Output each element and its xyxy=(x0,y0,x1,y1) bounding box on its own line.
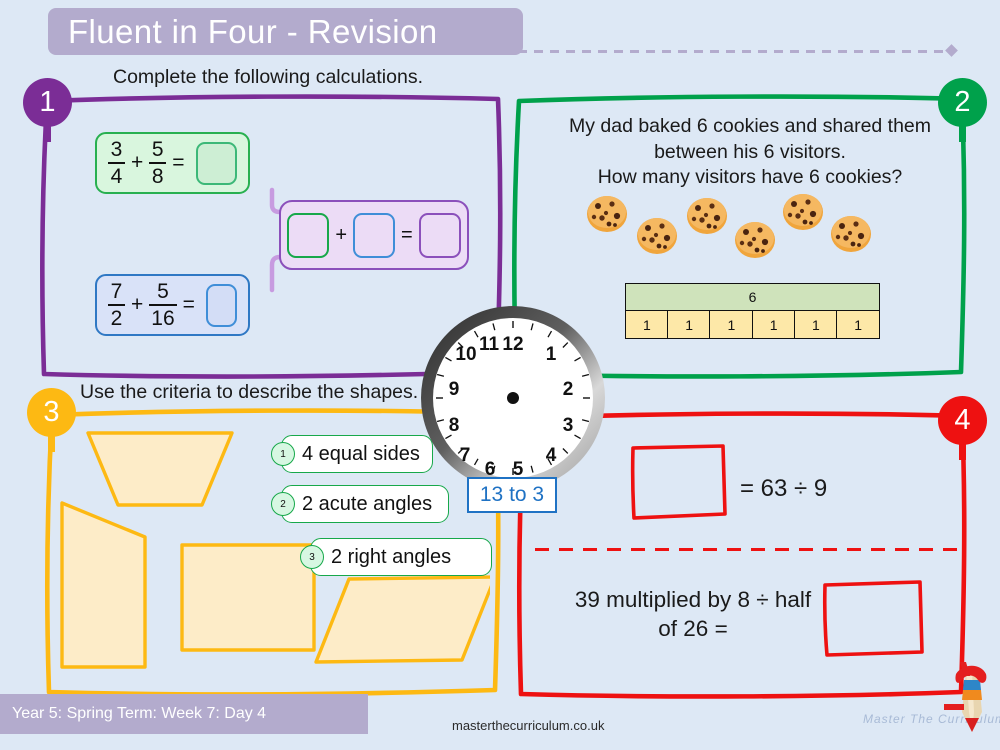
panel-4-divider xyxy=(535,548,965,551)
bar-model-part: 1 xyxy=(625,311,669,339)
panel-4-equation-2: 39 multiplied by 8 ÷ half of 26 = xyxy=(548,585,838,644)
cookie-icon xyxy=(637,218,677,254)
criterion-label: 2 acute angles xyxy=(302,492,433,515)
panel-badge-3: 3 xyxy=(27,388,76,437)
fraction-bar xyxy=(149,161,167,165)
numerator: 3 xyxy=(110,137,123,161)
analogue-clock: 12 1 2 3 4 5 6 7 8 9 10 11 xyxy=(421,306,605,490)
cookie-illustrations xyxy=(585,192,885,272)
panel-badge-4: 4 xyxy=(938,396,987,445)
answer-box-division xyxy=(630,444,727,520)
criterion-item-3[interactable]: 3 2 right angles xyxy=(300,538,492,576)
bar-model: 6 1 1 1 1 1 1 xyxy=(625,283,880,339)
bar-model-parts: 1 1 1 1 1 1 xyxy=(625,311,880,339)
denominator: 2 xyxy=(110,307,123,331)
equals-operator: = xyxy=(182,293,195,316)
clock-centre-dot xyxy=(507,392,519,404)
criterion-number: 3 xyxy=(300,545,324,569)
svg-text:4: 4 xyxy=(546,445,557,466)
footer-band: Year 5: Spring Term: Week 7: Day 4 xyxy=(0,694,368,734)
footer-term-label: Year 5: Spring Term: Week 7: Day 4 xyxy=(12,705,267,722)
denominator: 4 xyxy=(110,165,123,189)
bar-model-part: 1 xyxy=(667,311,712,339)
combo-cell-first[interactable] xyxy=(287,212,330,258)
criterion-number: 1 xyxy=(271,442,295,466)
plus-operator: + xyxy=(131,151,144,174)
answer-box-calc-2[interactable] xyxy=(205,283,237,327)
denominator: 8 xyxy=(151,165,164,189)
bar-model-part: 1 xyxy=(793,311,838,339)
cookie-icon xyxy=(831,216,871,252)
answer-box-multiplication xyxy=(822,580,924,657)
equals-operator: = xyxy=(401,223,413,246)
criterion-label: 4 equal sides xyxy=(302,442,420,465)
panel-3-heading: Use the criteria to describe the shapes. xyxy=(80,381,419,403)
combo-cell-result[interactable] xyxy=(418,212,461,258)
bar-model-whole: 6 xyxy=(625,283,880,311)
pencil-logo-icon xyxy=(944,662,987,732)
fraction-calculation-2: 7 2 + 5 16 = xyxy=(95,274,250,336)
equals-operator: = xyxy=(172,151,185,174)
criterion-item-1[interactable]: 1 4 equal sides xyxy=(271,435,433,473)
question-line-3: How many visitors have 6 cookies? xyxy=(597,166,903,189)
equation-2-line-2: of 26 = xyxy=(658,616,728,642)
footer-website-url: masterthecurriculum.co.uk xyxy=(452,718,605,733)
right-trapezium-shape xyxy=(60,501,147,669)
question-line-1: My dad baked 6 cookies and shared them xyxy=(568,115,932,137)
plus-operator: + xyxy=(131,293,144,316)
bar-model-part: 1 xyxy=(751,311,796,339)
svg-text:7: 7 xyxy=(460,445,471,466)
criterion-number: 2 xyxy=(271,492,295,516)
title-dashed-rule xyxy=(470,50,950,53)
isosceles-trapezium-shape xyxy=(86,431,234,507)
combo-cell-second[interactable] xyxy=(353,212,395,258)
panel-1-heading: Complete the following calculations. xyxy=(113,66,424,88)
svg-text:3: 3 xyxy=(563,415,574,436)
svg-text:10: 10 xyxy=(455,344,476,365)
bar-model-part: 1 xyxy=(709,311,754,339)
fraction-calculation-1: 3 4 + 5 8 = xyxy=(95,132,250,194)
svg-text:1: 1 xyxy=(546,344,557,365)
page-title-banner: Fluent in Four - Revision xyxy=(48,8,523,55)
square-shape xyxy=(180,543,316,652)
numerator: 5 xyxy=(157,279,169,303)
fraction-bar xyxy=(149,303,177,307)
cookie-icon xyxy=(783,194,823,230)
fraction-bar xyxy=(108,303,125,307)
denominator: 16 xyxy=(151,307,175,331)
fraction-five-eighths: 5 8 xyxy=(149,137,167,189)
combination-calculation-box: + = xyxy=(279,200,469,270)
cookie-icon xyxy=(587,196,627,232)
svg-text:9: 9 xyxy=(449,379,460,400)
panel-badge-1: 1 xyxy=(23,78,72,127)
fraction-three-quarters: 3 4 xyxy=(108,137,125,189)
fraction-bar xyxy=(108,161,125,165)
numerator: 7 xyxy=(110,279,123,303)
clock-time-label: 13 to 3 xyxy=(467,477,557,513)
parallelogram-shape xyxy=(314,575,490,664)
criterion-label: 2 right angles xyxy=(331,545,452,568)
svg-text:2: 2 xyxy=(563,379,574,400)
bar-model-part: 1 xyxy=(836,311,880,339)
panel-2-question: My dad baked 6 cookies and shared them b… xyxy=(532,114,968,191)
equation-2-line-1: 39 multiplied by 8 ÷ half xyxy=(574,587,812,612)
svg-text:8: 8 xyxy=(449,415,460,436)
answer-box-calc-1[interactable] xyxy=(195,141,237,185)
cookie-icon xyxy=(687,198,727,234)
numerator: 5 xyxy=(151,137,164,161)
panel-badge-2: 2 xyxy=(938,78,987,127)
panel-4-equation-1: = 63 ÷ 9 xyxy=(740,475,828,502)
fraction-seven-halves: 7 2 xyxy=(108,279,125,331)
svg-text:12: 12 xyxy=(502,334,523,355)
fraction-five-sixteenths: 5 16 xyxy=(149,279,177,331)
svg-text:11: 11 xyxy=(479,334,500,355)
question-line-2: between his 6 visitors. xyxy=(654,140,846,163)
cookie-icon xyxy=(735,222,775,258)
worksheet-page: Fluent in Four - Revision 1 2 3 4 Comple… xyxy=(0,0,1000,750)
plus-operator: + xyxy=(335,223,347,246)
page-title: Fluent in Four - Revision xyxy=(68,12,438,50)
